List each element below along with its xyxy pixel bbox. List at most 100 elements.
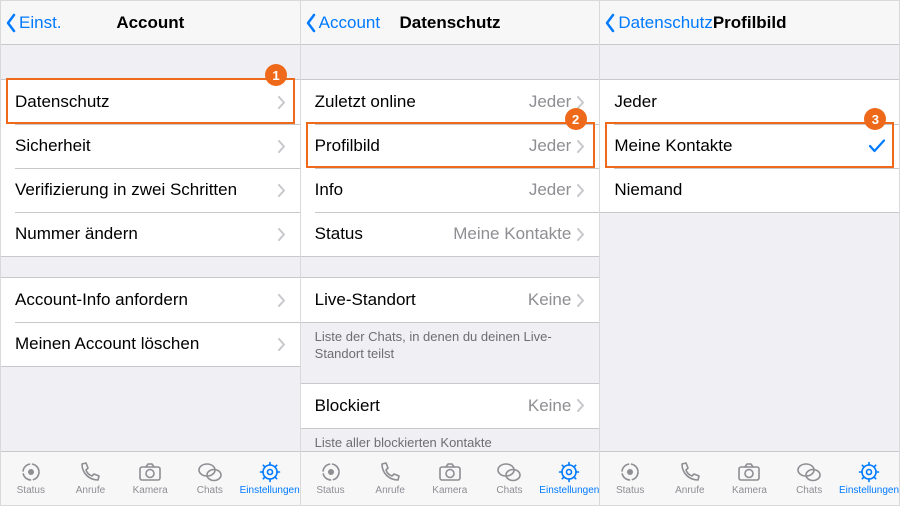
row-label: Status [315,224,454,244]
phone-icon [77,461,103,483]
chevron-right-icon [577,399,585,412]
settings-row[interactable]: Zuletzt onlineJeder [301,80,600,124]
tab-label: Anrufe [675,485,704,496]
step-badge: 1 [265,64,287,86]
tab-status[interactable]: Status [1,452,61,505]
nav-bar: DatenschutzProfilbild [600,1,899,45]
tab-gear[interactable]: Einstellungen [839,452,899,505]
status-icon [18,461,44,483]
phone-icon [677,461,703,483]
row-value: Keine [528,396,571,416]
tab-label: Kamera [432,485,467,496]
tab-camera[interactable]: Kamera [720,452,780,505]
back-button[interactable]: Datenschutz [600,13,713,33]
phone-icon [377,461,403,483]
chats-icon [197,461,223,483]
chevron-right-icon [278,228,286,241]
back-label: Account [319,13,380,33]
settings-row[interactable]: Meinen Account löschen [1,322,300,366]
tab-label: Chats [197,485,223,496]
chevron-right-icon [278,96,286,109]
tab-chats[interactable]: Chats [480,452,540,505]
tab-chats[interactable]: Chats [779,452,839,505]
chats-icon [796,461,822,483]
row-label: Info [315,180,529,200]
settings-row[interactable]: Jeder [600,80,899,124]
row-label: Verifizierung in zwei Schritten [15,180,278,200]
tab-chats[interactable]: Chats [180,452,240,505]
settings-row[interactable]: Datenschutz [1,80,300,124]
settings-group: Zuletzt onlineJederProfilbildJederInfoJe… [301,79,600,257]
row-label: Account-Info anfordern [15,290,278,310]
checkmark-icon [869,139,885,153]
content-area: JederMeine KontakteNiemand3 [600,45,899,451]
row-label: Nummer ändern [15,224,278,244]
tab-status[interactable]: Status [301,452,361,505]
group-footer: Liste der Chats, in denen du deinen Live… [301,323,600,363]
tab-phone[interactable]: Anrufe [360,452,420,505]
group-footer: Liste aller blockierten Kontakte [301,429,600,451]
back-button[interactable]: Account [301,13,380,33]
tab-camera[interactable]: Kamera [420,452,480,505]
settings-group: Jeder Meine Kontakte Niemand [600,79,899,213]
settings-row[interactable]: Live-StandortKeine [301,278,600,322]
row-label: Profilbild [315,136,529,156]
row-value: Jeder [529,136,572,156]
content-area: Datenschutz Sicherheit Verifizierung in zw… [1,45,300,451]
chevron-right-icon [278,140,286,153]
camera-icon [137,461,163,483]
tab-label: Anrufe [76,485,105,496]
back-button[interactable]: Einst. [1,13,62,33]
screen-2: DatenschutzProfilbild Jeder Meine Kontakte… [600,0,900,506]
tab-phone[interactable]: Anrufe [61,452,121,505]
settings-group: Datenschutz Sicherheit Verifizierung in zw… [1,79,300,257]
tab-bar: Status Anrufe Kamera Chats Einstellungen [1,451,300,505]
tab-phone[interactable]: Anrufe [660,452,720,505]
screen-0: Einst.AccountDatenschutzSicherheitVerifi… [0,0,301,506]
settings-row[interactable]: Sicherheit [1,124,300,168]
tab-gear[interactable]: Einstellungen [539,452,599,505]
camera-icon [437,461,463,483]
row-label: Meine Kontakte [614,136,869,156]
settings-row[interactable]: Meine Kontakte [600,124,899,168]
tab-bar: Status Anrufe Kamera ChatsEinstellungen [600,451,899,505]
settings-row[interactable]: BlockiertKeine [301,384,600,428]
settings-group: Account-Info anfordern Meinen Account lös… [1,277,300,367]
tab-label: Status [616,485,644,496]
tab-label: Einstellungen [539,485,599,496]
tab-label: Status [316,485,344,496]
back-label: Einst. [19,13,62,33]
row-label: Live-Standort [315,290,528,310]
tab-label: Kamera [133,485,168,496]
chevron-right-icon [577,294,585,307]
tab-status[interactable]: Status [600,452,660,505]
settings-row[interactable]: Nummer ändern [1,212,300,256]
row-label: Niemand [614,180,885,200]
row-value: Keine [528,290,571,310]
tab-gear[interactable]: Einstellungen [240,452,300,505]
row-label: Sicherheit [15,136,278,156]
screen-1: AccountDatenschutzZuletzt onlineJederPro… [301,0,601,506]
gear-icon [556,461,582,483]
settings-row[interactable]: ProfilbildJeder [301,124,600,168]
tab-label: Einstellungen [839,485,899,496]
settings-group: Live-StandortKeine [301,277,600,323]
settings-row[interactable]: Verifizierung in zwei Schritten [1,168,300,212]
settings-row[interactable]: Niemand [600,168,899,212]
settings-row[interactable]: StatusMeine Kontakte [301,212,600,256]
settings-group: BlockiertKeine [301,383,600,429]
chevron-right-icon [278,338,286,351]
chevron-right-icon [577,96,585,109]
tab-camera[interactable]: Kamera [120,452,180,505]
tab-label: Chats [496,485,522,496]
nav-bar: AccountDatenschutz [301,1,600,45]
settings-row[interactable]: Account-Info anfordern [1,278,300,322]
chats-icon [496,461,522,483]
tab-bar: Status Anrufe Kamera Chats Einstellungen [301,451,600,505]
tab-label: Anrufe [375,485,404,496]
tab-label: Kamera [732,485,767,496]
row-value: Meine Kontakte [453,224,571,244]
settings-row[interactable]: InfoJeder [301,168,600,212]
chevron-left-icon [305,13,317,33]
back-label: Datenschutz [618,13,713,33]
